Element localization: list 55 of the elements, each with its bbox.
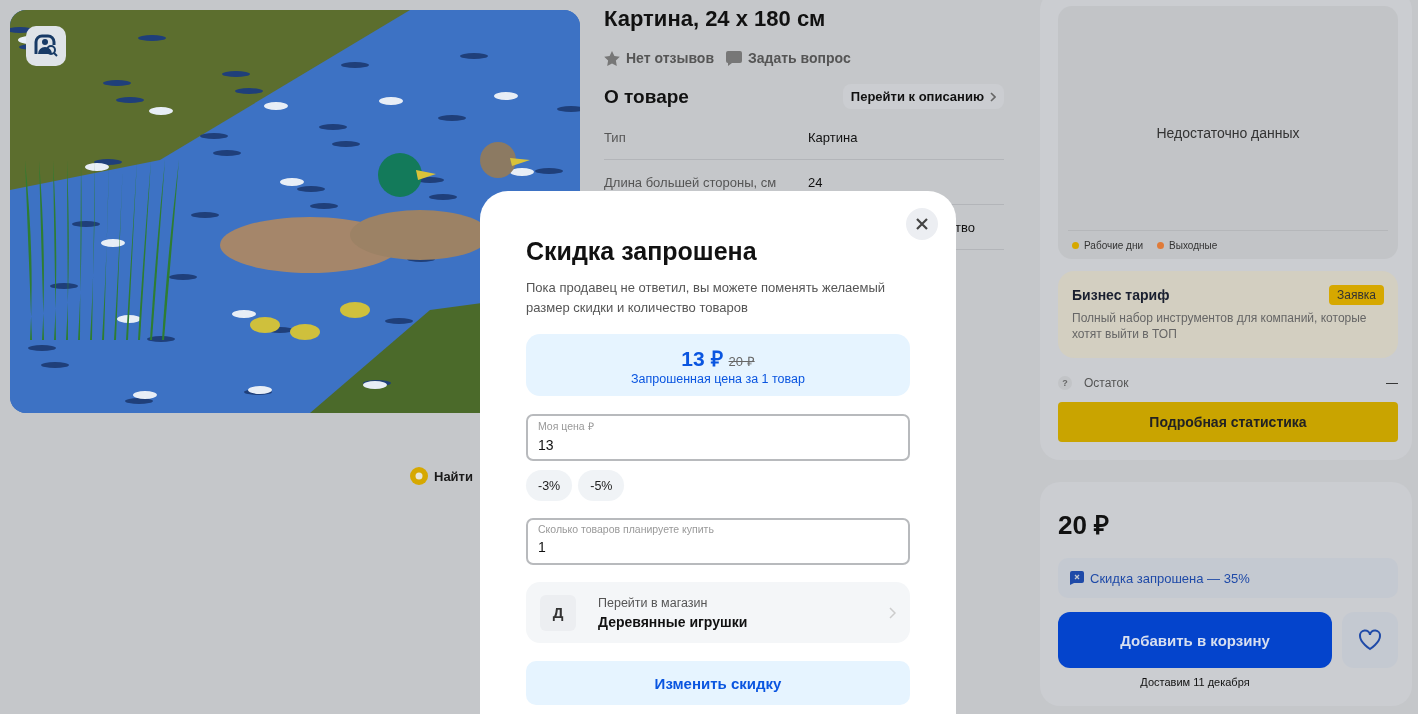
old-price: 20 ₽ [728,353,755,370]
legend-label: Выходные [1169,240,1218,251]
image-search-button[interactable] [26,26,66,66]
spec-name: Тип [604,129,627,145]
section-heading: О товаре [604,85,689,108]
store-name: Деревянные игрушки [598,613,749,630]
store-caption: Перейти в магазин [598,595,709,610]
quantity-input-field[interactable]: Сколько товаров планируете купить 1 [526,518,910,565]
reviews-link[interactable]: Нет отзывов [626,50,714,66]
chevron-icon [990,91,996,102]
discount-tag-icon [1070,571,1084,586]
product-title: Картина, 24 x 180 см [604,6,827,32]
field-label: Сколько товаров планируете купить [538,523,715,535]
find-link[interactable]: Найти [434,468,473,484]
delivery-date: Доставим 11 декабря [1139,676,1251,689]
discount-status-text: Скидка запрошена — 35% [1090,570,1250,586]
stock-label: Остаток [1084,376,1129,391]
image-search-icon [33,34,59,58]
star-icon [604,50,620,66]
detailed-statistics-button[interactable]: Подробная статистика [1058,402,1398,443]
spec-value: тво [955,219,975,235]
price: 20 ₽ [1058,509,1111,543]
business-plan-title: Бизнес тариф [1072,287,1170,303]
store-avatar: Д [540,594,576,631]
question-chat-icon [726,50,742,66]
field-label: Моя цена ₽ [538,419,595,433]
heart-icon [1358,629,1382,652]
request-badge[interactable]: Заявка [1329,285,1384,305]
discount-chip[interactable]: -5% [578,470,625,501]
help-icon: ? [1058,376,1072,391]
ask-question-link[interactable]: Задать вопрос [748,50,851,66]
legend-label: Рабочие дни [1084,240,1144,251]
stock-value: — [1386,376,1398,391]
dialog-title: Скидка запрошена [526,237,758,266]
spec-value: 24 [808,174,823,190]
target-icon [410,467,428,485]
favorite-button[interactable] [1342,612,1398,669]
empty-chart-message: Недостаточно данных [1156,125,1300,141]
dialog-description: Пока продавец не ответил, вы можете поменять желаемый размер скидки и количество товаров [526,279,887,317]
store-link[interactable]: Д Перейти в магазин Деревянные игрушки [526,582,910,643]
close-button[interactable] [906,208,938,240]
price-input[interactable]: 13 [538,437,898,453]
price-caption: Запрошенная цена за 1 товар [631,372,805,386]
change-discount-button[interactable]: Изменить скидку [526,661,910,705]
spec-name: Длина большей стороны, см [604,174,778,190]
chevron-icon [889,606,896,619]
price-input-field[interactable]: Моя цена ₽ 13 [526,414,910,461]
business-plan-text: Полный набор инструментов для компаний, которые хотят выйти в ТОП [1072,311,1368,343]
add-to-cart-button[interactable]: Добавить в корзину [1058,612,1332,669]
close-icon [916,218,928,230]
quantity-input[interactable]: 1 [538,539,898,555]
description-link[interactable]: Перейти к описанию [842,84,1004,109]
spec-value: Картина [808,129,858,145]
requested-price: 13 ₽ [681,346,723,372]
discount-chip[interactable]: -3% [526,470,573,501]
